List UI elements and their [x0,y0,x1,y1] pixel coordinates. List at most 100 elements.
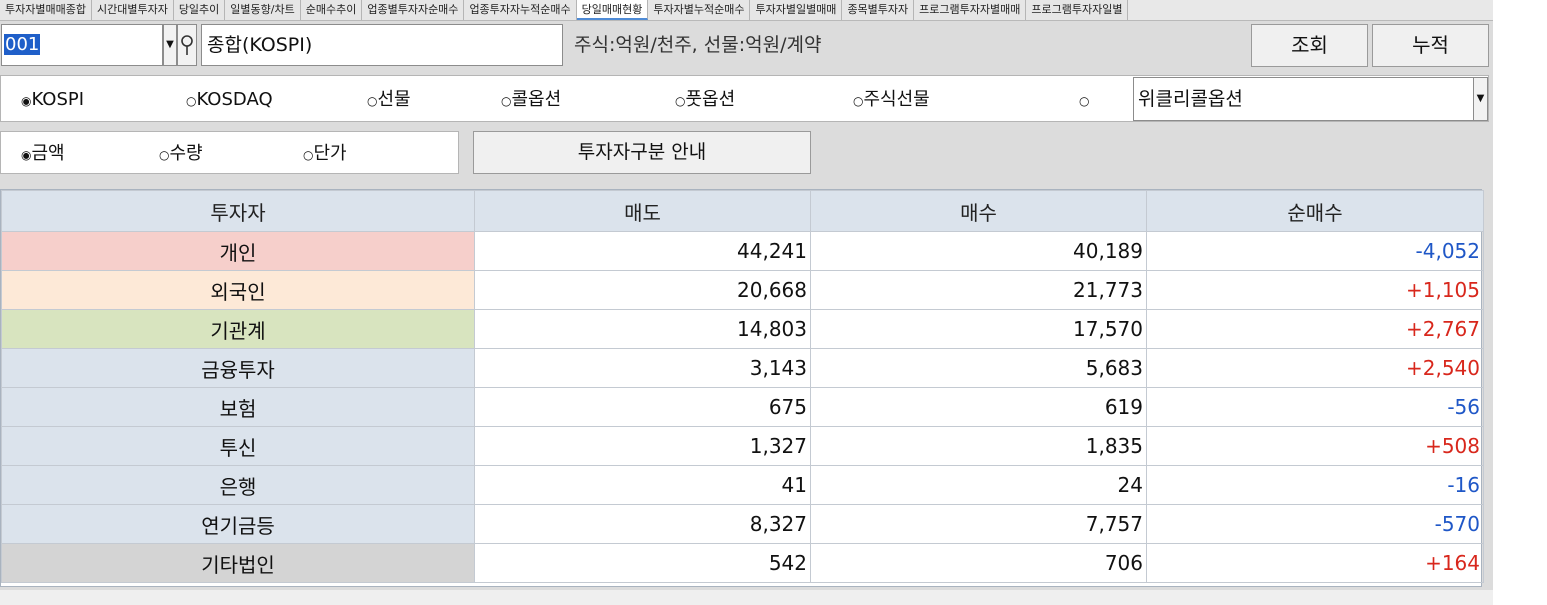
investor-trading-window: 투자자별매매종합 시간대별투자자 당일추이 일별동향/차트 순매수추이 업종별투자자순매수… [0,0,1493,605]
table-row[interactable]: 금융투자 3,143 5,683 +2,540 [1,348,1484,388]
market-radio-0[interactable]: ◉KOSPI [21,76,84,123]
sell-cell: 41 [474,465,811,505]
market-name-field: 종합(KOSPI) [201,24,563,66]
market-code-value: 001 [4,34,41,55]
net-buy-cell: +2,767 [1146,309,1484,349]
investor-cell: 외국인 [1,270,475,310]
table-row[interactable]: 외국인 20,668 21,773 +1,105 [1,270,1484,310]
market-radio-label: KOSDAQ [196,89,273,110]
sell-cell: 14,803 [474,309,811,349]
buy-cell: 619 [810,387,1147,427]
status-strip [0,590,1493,605]
market-radio-2[interactable]: ○선물 [367,76,411,123]
search-icon [181,35,193,55]
net-buy-cell: -16 [1146,465,1484,505]
tab-6[interactable]: 업종투자자누적순매수 [464,0,577,20]
value-type-radio-1[interactable]: ○수량 [159,132,203,175]
radio-selected-icon: ◉ [21,148,32,162]
weekly-option-value: 위클리콜옵션 [1138,88,1243,110]
sell-cell: 1,327 [474,426,811,466]
radio-empty-icon: ○ [501,94,512,108]
search-button[interactable] [177,24,197,66]
market-radio-4[interactable]: ○풋옵션 [675,76,735,123]
value-type-radio-2[interactable]: ○단가 [303,132,347,175]
radio-selected-icon: ◉ [21,94,32,108]
tab-0[interactable]: 투자자별매매종합 [0,0,92,20]
investor-cell: 연기금등 [1,504,475,544]
radio-empty-icon: ○ [853,94,864,108]
sell-cell: 3,143 [474,348,811,388]
value-type-label: 금액 [31,143,65,164]
cumulative-button[interactable]: 누적 [1372,24,1489,67]
header-sell[interactable]: 매도 [474,190,811,232]
header-net-buy[interactable]: 순매수 [1146,190,1484,232]
table-row[interactable]: 기타법인 542 706 +164 [1,543,1484,583]
query-button[interactable]: 조회 [1251,24,1368,67]
weekly-option-select[interactable]: 위클리콜옵션 ▼ [1133,77,1488,121]
tab-5[interactable]: 업종별투자자순매수 [362,0,465,20]
buy-cell: 706 [810,543,1147,583]
value-type-label: 단가 [313,143,347,164]
investor-guide-button[interactable]: 투자자구분 안내 [473,131,811,174]
tab-1[interactable]: 시간대별투자자 [91,0,174,20]
tab-3[interactable]: 일별동향/차트 [225,0,301,20]
tab-9[interactable]: 투자자별일별매매 [750,0,843,20]
investor-cell: 보험 [1,387,475,427]
market-radio-label: 선물 [377,89,411,110]
table-row[interactable]: 보험 675 619 -56 [1,387,1484,427]
tab-7[interactable]: 당일매매현황 [576,0,649,20]
market-code-input[interactable]: 001 [1,24,163,66]
sell-cell: 44,241 [474,231,811,271]
buy-cell: 5,683 [810,348,1147,388]
investor-cell: 은행 [1,465,475,505]
investor-table: 투자자 매도 매수 순매수 개인 44,241 40,189 -4,052 외국인 20,… [0,189,1484,587]
table-row[interactable]: 투신 1,327 1,835 +508 [1,426,1484,466]
net-buy-cell: +1,105 [1146,270,1484,310]
header-buy[interactable]: 매수 [810,190,1147,232]
tab-2[interactable]: 당일추이 [173,0,226,20]
market-radio-5[interactable]: ○주식선물 [853,76,930,123]
investor-cell: 기타법인 [1,543,475,583]
buy-cell: 40,189 [810,231,1147,271]
investor-cell: 기관계 [1,309,475,349]
tab-strip: 투자자별매매종합 시간대별투자자 당일추이 일별동향/차트 순매수추이 업종별투자자순매수… [0,0,1493,21]
unit-label: 주식:억원/천주, 선물:억원/계약 [574,34,822,56]
net-buy-cell: -56 [1146,387,1484,427]
tab-12[interactable]: 프로그램투자자일별 [1026,0,1129,20]
investor-cell: 투신 [1,426,475,466]
sell-cell: 675 [474,387,811,427]
tab-8[interactable]: 투자자별누적순매수 [648,0,751,20]
market-radio-3[interactable]: ○콜옵션 [501,76,561,123]
radio-empty-icon: ○ [159,148,170,162]
table-row[interactable]: 은행 41 24 -16 [1,465,1484,505]
buy-cell: 7,757 [810,504,1147,544]
market-radio-1[interactable]: ○KOSDAQ [186,76,273,123]
tab-11[interactable]: 프로그램투자자별매매 [914,0,1027,20]
buy-cell: 24 [810,465,1147,505]
market-radio-label: 주식선물 [863,89,930,110]
net-buy-cell: +508 [1146,426,1484,466]
window-margin [1493,0,1547,605]
table-row[interactable]: 연기금등 8,327 7,757 -570 [1,504,1484,544]
net-buy-cell: -4,052 [1146,231,1484,271]
market-radio-6[interactable]: ○ [1079,76,1089,123]
buy-cell: 21,773 [810,270,1147,310]
sell-cell: 542 [474,543,811,583]
value-type-radio-0[interactable]: ◉금액 [21,132,65,175]
radio-empty-icon: ○ [186,94,197,108]
sell-cell: 8,327 [474,504,811,544]
table-row[interactable]: 개인 44,241 40,189 -4,052 [1,231,1484,271]
chevron-down-icon[interactable]: ▼ [163,24,177,66]
table-header-row: 투자자 매도 매수 순매수 [1,190,1484,232]
header-investor[interactable]: 투자자 [1,190,475,232]
table-row[interactable]: 기관계 14,803 17,570 +2,767 [1,309,1484,349]
investor-cell: 개인 [1,231,475,271]
investor-cell: 금융투자 [1,348,475,388]
tab-10[interactable]: 종목별투자자 [842,0,915,20]
chevron-down-icon[interactable]: ▼ [1473,78,1487,120]
buy-cell: 1,835 [810,426,1147,466]
radio-empty-icon: ○ [1079,94,1090,108]
tab-4[interactable]: 순매수추이 [300,0,363,20]
radio-empty-icon: ○ [367,94,378,108]
market-radio-label: 풋옵션 [685,89,736,110]
